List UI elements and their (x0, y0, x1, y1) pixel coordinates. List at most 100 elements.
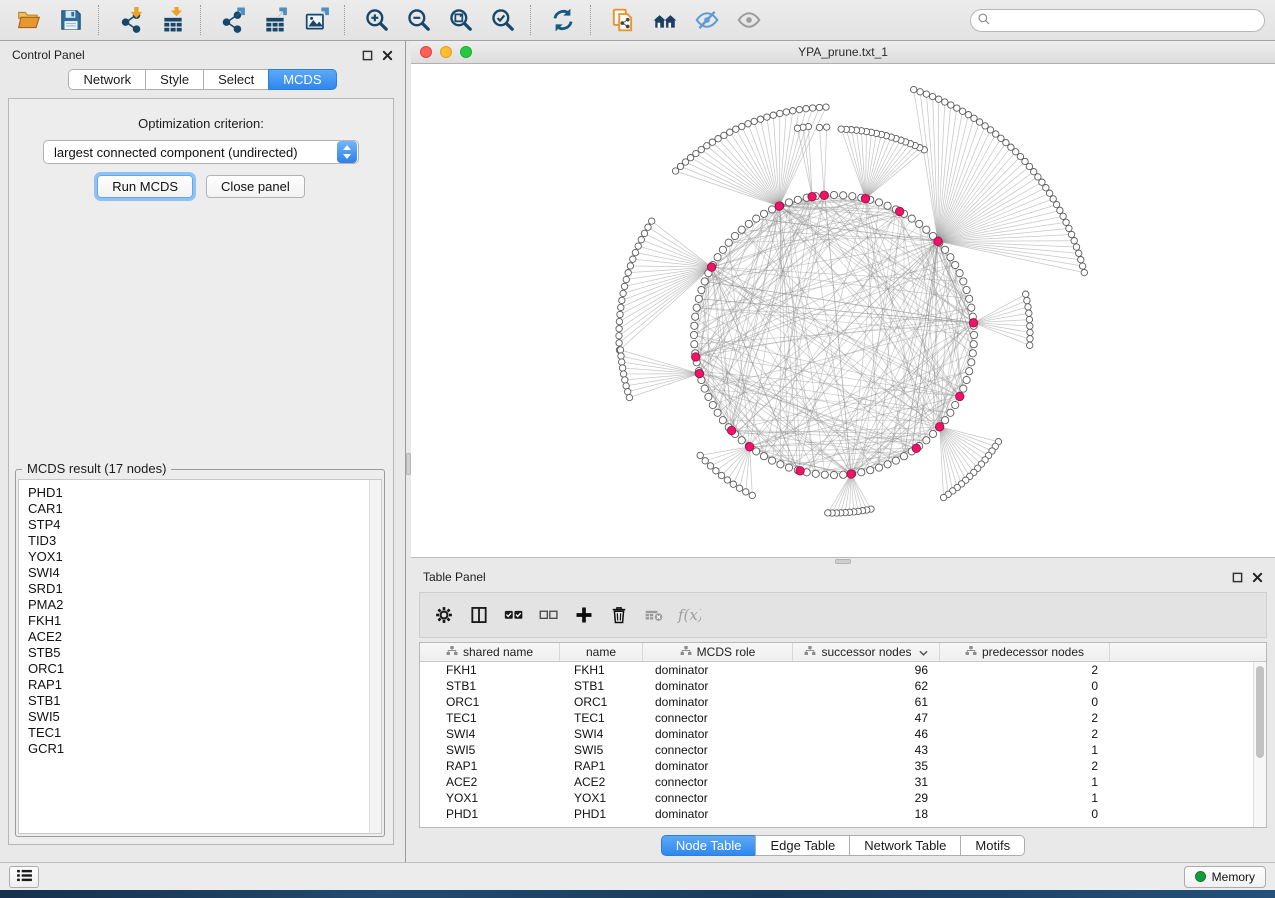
tab-select[interactable]: Select (203, 69, 268, 90)
table-row[interactable]: SWI4SWI4dominator462 (420, 726, 1266, 742)
list-item[interactable]: FKH1 (28, 613, 381, 629)
list-item[interactable]: TID3 (28, 533, 381, 549)
list-scrollbar[interactable] (369, 480, 381, 833)
first-neighbors-icon[interactable] (644, 3, 686, 37)
horizontal-splitter[interactable] (411, 558, 1275, 565)
scrollbar-thumb[interactable] (1256, 666, 1264, 758)
table-row[interactable]: ORC1ORC1dominator610 (420, 694, 1266, 710)
dominator-node[interactable] (692, 353, 700, 361)
export-network-icon[interactable] (212, 3, 254, 37)
tab-style[interactable]: Style (145, 69, 203, 90)
list-item[interactable]: SWI4 (28, 565, 381, 581)
save-session-icon[interactable] (50, 3, 92, 37)
list-item[interactable]: PMA2 (28, 597, 381, 613)
dominator-node[interactable] (896, 207, 904, 215)
zoom-fit-icon[interactable] (440, 3, 482, 37)
col-header-mcds-role[interactable]: MCDS role (643, 643, 793, 661)
col-header-name[interactable]: name (560, 643, 643, 661)
dominator-node[interactable] (861, 194, 869, 202)
dominator-node[interactable] (956, 392, 964, 400)
table-scrollbar[interactable] (1253, 662, 1266, 827)
dominator-node[interactable] (695, 369, 703, 377)
open-file-icon[interactable] (8, 3, 50, 37)
close-panel-button[interactable]: Close panel (206, 175, 305, 198)
tab-mcds[interactable]: MCDS (268, 69, 336, 90)
dominator-node[interactable] (969, 319, 977, 327)
list-item[interactable]: YOX1 (28, 549, 381, 565)
tab-motifs[interactable]: Motifs (960, 835, 1025, 856)
table-row[interactable]: ACE2ACE2connector311 (420, 774, 1266, 790)
dominator-node[interactable] (912, 444, 920, 452)
dominator-node[interactable] (847, 470, 855, 478)
clone-network-icon[interactable] (602, 3, 644, 37)
list-item[interactable]: RAP1 (28, 677, 381, 693)
dominator-node[interactable] (775, 202, 783, 210)
list-item[interactable]: SRD1 (28, 581, 381, 597)
table-row[interactable]: SWI5SWI5connector431 (420, 742, 1266, 758)
list-item[interactable]: TEC1 (28, 725, 381, 741)
network-canvas[interactable] (411, 64, 1275, 557)
dominator-node[interactable] (808, 193, 816, 201)
show-columns-icon[interactable] (467, 603, 491, 627)
export-table-icon[interactable] (254, 3, 296, 37)
task-history-button[interactable] (9, 866, 39, 888)
list-item[interactable]: STP4 (28, 517, 381, 533)
column-settings-icon[interactable] (432, 603, 456, 627)
close-panel-icon[interactable] (1252, 572, 1263, 583)
zoom-out-icon[interactable] (398, 3, 440, 37)
add-column-icon[interactable] (572, 603, 596, 627)
close-panel-icon[interactable] (382, 50, 393, 61)
delete-column-icon[interactable] (607, 603, 631, 627)
deselect-all-icon[interactable] (537, 603, 561, 627)
tab-node-table[interactable]: Node Table (661, 835, 756, 856)
minimize-window-icon[interactable] (440, 46, 452, 58)
select-all-icon[interactable] (502, 603, 526, 627)
close-window-icon[interactable] (420, 46, 432, 58)
list-item[interactable]: STB1 (28, 693, 381, 709)
tab-network-table[interactable]: Network Table (849, 835, 960, 856)
memory-button[interactable]: Memory (1184, 866, 1266, 888)
col-header-successor-nodes[interactable]: successor nodes (793, 643, 940, 661)
criterion-select[interactable]: largest connected component (undirected) (43, 140, 359, 164)
run-mcds-button[interactable]: Run MCDS (97, 175, 193, 198)
splitter-handle[interactable] (835, 559, 851, 564)
list-item[interactable]: SWI5 (28, 709, 381, 725)
tab-network[interactable]: Network (68, 69, 145, 90)
float-panel-icon[interactable] (1232, 572, 1243, 583)
list-item[interactable]: ACE2 (28, 629, 381, 645)
search-input[interactable] (995, 13, 1258, 27)
table-row[interactable]: RAP1RAP1dominator352 (420, 758, 1266, 774)
dominator-node[interactable] (727, 426, 735, 434)
list-item[interactable]: STB5 (28, 645, 381, 661)
refresh-icon[interactable] (542, 3, 584, 37)
table-row[interactable]: FKH1FKH1dominator962 (420, 662, 1266, 678)
table-row[interactable]: STB1STB1dominator620 (420, 678, 1266, 694)
zoom-in-icon[interactable] (356, 3, 398, 37)
dominator-node[interactable] (820, 191, 828, 199)
mcds-result-list[interactable]: PHD1CAR1STP4TID3YOX1SWI4SRD1PMA2FKH1ACE2… (18, 479, 382, 834)
hide-selected-icon[interactable] (686, 3, 728, 37)
dominator-node[interactable] (934, 237, 942, 245)
table-row[interactable]: PHD1PHD1dominator180 (420, 806, 1266, 822)
table-row[interactable]: YOX1YOX1connector291 (420, 790, 1266, 806)
import-network-icon[interactable] (110, 3, 152, 37)
network-window-titlebar[interactable]: YPA_prune.txt_1 (411, 41, 1275, 64)
tab-edge-table[interactable]: Edge Table (755, 835, 849, 856)
search-box[interactable] (970, 9, 1265, 32)
dominator-node[interactable] (746, 443, 754, 451)
list-item[interactable]: GCR1 (28, 741, 381, 757)
zoom-selected-icon[interactable] (482, 3, 524, 37)
export-image-icon[interactable] (296, 3, 338, 37)
list-item[interactable]: ORC1 (28, 661, 381, 677)
zoom-window-icon[interactable] (460, 46, 472, 58)
dominator-node[interactable] (936, 423, 944, 431)
float-panel-icon[interactable] (362, 50, 373, 61)
col-header-shared-name[interactable]: shared name (420, 643, 560, 661)
list-item[interactable]: PHD1 (28, 485, 381, 501)
col-header-predecessor-nodes[interactable]: predecessor nodes (940, 643, 1110, 661)
dominator-node[interactable] (796, 467, 804, 475)
table-row[interactable]: TEC1TEC1connector472 (420, 710, 1266, 726)
list-item[interactable]: CAR1 (28, 501, 381, 517)
dominator-node[interactable] (707, 263, 715, 271)
import-table-icon[interactable] (152, 3, 194, 37)
